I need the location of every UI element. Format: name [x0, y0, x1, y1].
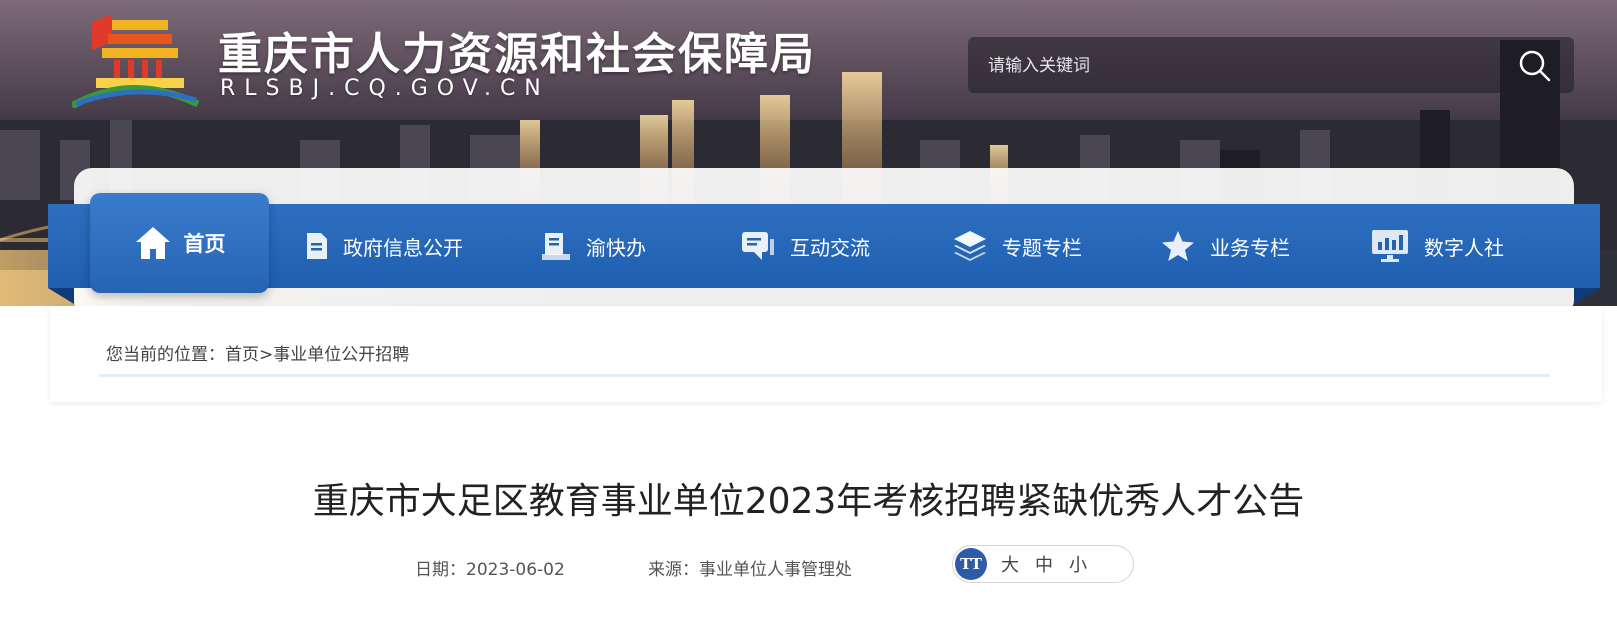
source-value: 事业单位人事管理处	[699, 560, 852, 580]
document-icon	[307, 233, 327, 259]
nav-item-label: 互动交流	[790, 235, 870, 260]
nav-item-label: 专题专栏	[1002, 235, 1082, 260]
nav-item-label: 渝快办	[586, 235, 646, 260]
nav-ribbon-fold-right	[1574, 288, 1600, 304]
nav-item-business[interactable]: 业务专栏	[1160, 204, 1290, 288]
home-icon	[135, 227, 170, 259]
breadcrumb-prefix: 您当前的位置：	[106, 345, 225, 365]
star-icon	[1162, 231, 1194, 261]
font-size-medium-button[interactable]: 中	[1035, 551, 1053, 577]
nav-item-label: 数字人社	[1424, 235, 1504, 260]
article-title: 重庆市大足区教育事业单位2023年考核招聘紧缺优秀人才公告	[312, 481, 1305, 522]
font-size-small-button[interactable]: 小	[1069, 551, 1087, 577]
article-date: 日期：2023-06-02	[415, 555, 565, 580]
clipboard-icon	[542, 233, 570, 260]
breadcrumb-home-link[interactable]: 首页	[225, 345, 259, 365]
search-bar	[968, 37, 1574, 95]
nav-item-special-topics[interactable]: 专题专栏	[952, 204, 1082, 288]
search-input[interactable]	[986, 37, 1510, 95]
date-value: 2023-06-02	[466, 560, 565, 580]
chat-icon	[742, 232, 774, 260]
article-source: 来源：事业单位人事管理处	[648, 555, 852, 580]
nav-item-label: 首页	[183, 232, 226, 256]
search-icon[interactable]	[1518, 49, 1552, 83]
font-size-icon: TT	[955, 548, 987, 580]
font-size-large-button[interactable]: 大	[1001, 551, 1019, 577]
temple-emblem-icon	[72, 14, 200, 108]
breadcrumb-current-link[interactable]: 事业单位公开招聘	[273, 345, 409, 365]
font-size-switcher: TT 大 中 小	[952, 545, 1134, 583]
nav-item-home[interactable]: 首页	[90, 193, 269, 293]
nav-ribbon-fold-left	[48, 288, 74, 304]
site-title: 重庆市人力资源和社会保障局	[218, 29, 816, 80]
nav-item-label: 政府信息公开	[343, 235, 463, 260]
nav-item-label: 业务专栏	[1210, 235, 1290, 260]
nav-item-digital-hr[interactable]: 数字人社	[1370, 204, 1504, 288]
site-domain: RLSBJ.CQ.GOV.CN	[220, 76, 550, 101]
layers-icon	[954, 231, 986, 261]
breadcrumb-separator: >	[259, 345, 274, 365]
nav-item-yukuaiban[interactable]: 渝快办	[540, 204, 646, 288]
breadcrumb-divider	[99, 374, 1550, 377]
breadcrumb: 您当前的位置：首页>事业单位公开招聘	[106, 340, 409, 365]
monitor-chart-icon	[1372, 230, 1408, 262]
date-label: 日期：	[415, 560, 466, 580]
nav-item-interaction[interactable]: 互动交流	[740, 204, 870, 288]
source-label: 来源：	[648, 560, 699, 580]
nav-item-gov-info[interactable]: 政府信息公开	[305, 204, 463, 288]
